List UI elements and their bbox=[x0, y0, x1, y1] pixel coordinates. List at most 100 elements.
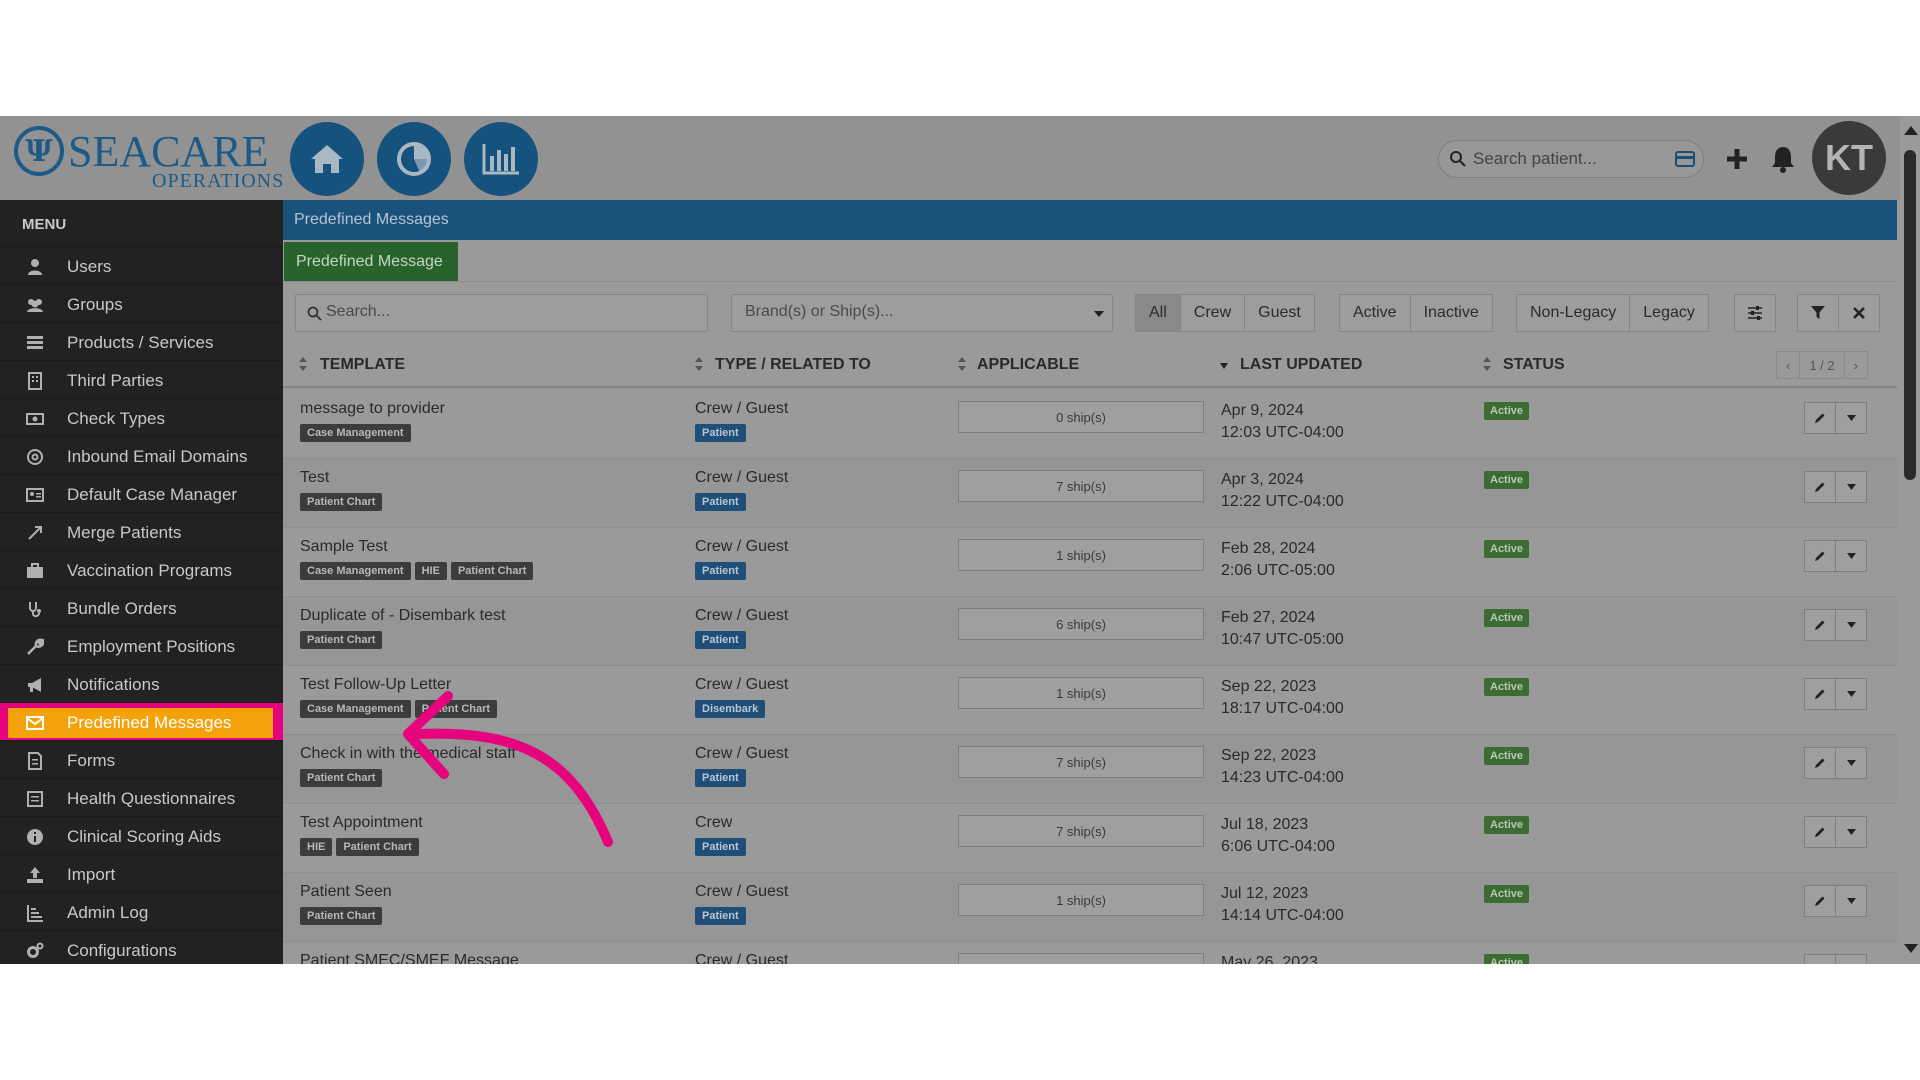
sidebar-item-health-questionnaires[interactable]: Health Questionnaires bbox=[0, 778, 283, 816]
template-name[interactable]: message to provider bbox=[300, 400, 445, 418]
applicable-ships-button[interactable]: 7 ship(s) bbox=[958, 746, 1204, 778]
filter-non-legacy-button[interactable]: Non-Legacy bbox=[1516, 294, 1631, 332]
edit-button[interactable] bbox=[1804, 402, 1836, 434]
next-page-button[interactable]: › bbox=[1843, 351, 1868, 379]
column-settings-button[interactable] bbox=[1734, 294, 1776, 332]
row-menu-button[interactable] bbox=[1835, 540, 1867, 572]
applicable-ships-button[interactable]: 7 ship(s) bbox=[958, 815, 1204, 847]
applicable-ships-button[interactable]: 7 ship(s) bbox=[958, 953, 1204, 964]
table-row[interactable]: Test Patient Chart Crew / Guest Patient 7 sh… bbox=[283, 459, 1897, 528]
template-search[interactable] bbox=[295, 294, 708, 332]
sort-icon[interactable] bbox=[1483, 357, 1491, 371]
template-name[interactable]: Sample Test bbox=[300, 538, 388, 556]
template-name[interactable]: Test Follow-Up Letter bbox=[300, 676, 451, 694]
reports-button[interactable] bbox=[464, 122, 538, 196]
applicable-ships-button[interactable]: 7 ship(s) bbox=[958, 470, 1204, 502]
edit-button[interactable] bbox=[1804, 954, 1836, 964]
sidebar-item-inbound-email-domains[interactable]: Inbound Email Domains bbox=[0, 436, 283, 474]
card-scan-icon[interactable] bbox=[1675, 151, 1695, 167]
col-applicable[interactable]: APPLICABLE bbox=[977, 356, 1079, 374]
brand-ship-select[interactable] bbox=[731, 294, 1113, 332]
filter-button[interactable] bbox=[1797, 294, 1839, 332]
sidebar-item-forms[interactable]: Forms bbox=[0, 740, 283, 778]
edit-button[interactable] bbox=[1804, 678, 1836, 710]
sort-desc-icon[interactable] bbox=[1220, 357, 1228, 371]
filter-active-button[interactable]: Active bbox=[1339, 294, 1411, 332]
edit-button[interactable] bbox=[1804, 816, 1836, 848]
filter-all-button[interactable]: All bbox=[1135, 294, 1181, 332]
applicable-ships-button[interactable]: 1 ship(s) bbox=[958, 884, 1204, 916]
sidebar-item-groups[interactable]: Groups bbox=[0, 284, 283, 322]
sidebar-item-third-parties[interactable]: Third Parties bbox=[0, 360, 283, 398]
brand-ship-input[interactable] bbox=[745, 303, 1045, 321]
filter-legacy-button[interactable]: Legacy bbox=[1629, 294, 1709, 332]
dashboard-button[interactable] bbox=[377, 122, 451, 196]
tab-predefined-message[interactable]: Predefined Message bbox=[284, 242, 458, 282]
table-row[interactable]: Patient Seen Patient Chart Crew / Guest Pat… bbox=[283, 873, 1897, 942]
patient-search[interactable] bbox=[1438, 140, 1704, 178]
applicable-ships-button[interactable]: 0 ship(s) bbox=[958, 401, 1204, 433]
sidebar-item-notifications[interactable]: Notifications bbox=[0, 664, 283, 702]
sidebar-item-default-case-manager[interactable]: Default Case Manager bbox=[0, 474, 283, 512]
edit-button[interactable] bbox=[1804, 747, 1836, 779]
table-row[interactable]: Duplicate of - Disembark test Patient Cha… bbox=[283, 597, 1897, 666]
template-search-input[interactable] bbox=[326, 303, 476, 321]
sidebar-item-predefined-messages[interactable]: Predefined Messages bbox=[0, 702, 283, 740]
sidebar-item-configurations[interactable]: Configurations bbox=[0, 930, 283, 964]
page-scrollbar[interactable] bbox=[1900, 116, 1920, 964]
template-name[interactable]: Check in with the medical staff bbox=[300, 745, 516, 763]
sidebar-item-products-services[interactable]: Products / Services bbox=[0, 322, 283, 360]
sort-icon[interactable] bbox=[958, 357, 966, 371]
sidebar-item-import[interactable]: Import bbox=[0, 854, 283, 892]
filter-crew-button[interactable]: Crew bbox=[1179, 294, 1246, 332]
sidebar-item-admin-log[interactable]: Admin Log bbox=[0, 892, 283, 930]
applicable-ships-button[interactable]: 1 ship(s) bbox=[958, 539, 1204, 571]
sidebar-item-employment-positions[interactable]: Employment Positions bbox=[0, 626, 283, 664]
scroll-down-icon[interactable] bbox=[1904, 944, 1918, 953]
home-button[interactable] bbox=[290, 122, 364, 196]
scroll-up-icon[interactable] bbox=[1904, 126, 1918, 135]
seacare-logo[interactable]: SEACARE OPERATIONS bbox=[14, 124, 283, 192]
template-name[interactable]: Test bbox=[300, 469, 329, 487]
row-menu-button[interactable] bbox=[1835, 954, 1867, 964]
template-name[interactable]: Patient Seen bbox=[300, 883, 392, 901]
scroll-thumb[interactable] bbox=[1904, 150, 1916, 480]
row-menu-button[interactable] bbox=[1835, 609, 1867, 641]
table-row[interactable]: Patient SMEC/SMEF Message Crew / Guest 7 s… bbox=[283, 942, 1897, 964]
col-status[interactable]: STATUS bbox=[1503, 356, 1565, 374]
col-type[interactable]: TYPE / RELATED TO bbox=[715, 356, 871, 374]
table-row[interactable]: Test Appointment HIE Patient Chart Crew Pati… bbox=[283, 804, 1897, 873]
sort-icon[interactable] bbox=[299, 357, 307, 371]
notifications-button[interactable] bbox=[1768, 144, 1798, 174]
applicable-ships-button[interactable]: 6 ship(s) bbox=[958, 608, 1204, 640]
table-row[interactable]: message to provider Case Management Crew /… bbox=[283, 390, 1897, 459]
sidebar-item-bundle-orders[interactable]: Bundle Orders bbox=[0, 588, 283, 626]
filter-inactive-button[interactable]: Inactive bbox=[1409, 294, 1493, 332]
edit-button[interactable] bbox=[1804, 885, 1836, 917]
table-row[interactable]: Check in with the medical staff Patient C… bbox=[283, 735, 1897, 804]
sidebar-item-users[interactable]: Users bbox=[0, 246, 283, 284]
row-menu-button[interactable] bbox=[1835, 471, 1867, 503]
template-name[interactable]: Test Appointment bbox=[300, 814, 423, 832]
row-menu-button[interactable] bbox=[1835, 816, 1867, 848]
col-last-updated[interactable]: LAST UPDATED bbox=[1240, 356, 1362, 374]
prev-page-button[interactable]: ‹ bbox=[1776, 351, 1801, 379]
sidebar-item-clinical-scoring-aids[interactable]: Clinical Scoring Aids bbox=[0, 816, 283, 854]
sort-icon[interactable] bbox=[695, 357, 703, 371]
row-menu-button[interactable] bbox=[1835, 885, 1867, 917]
row-menu-button[interactable] bbox=[1835, 747, 1867, 779]
user-avatar[interactable]: KT bbox=[1812, 121, 1886, 195]
col-template[interactable]: TEMPLATE bbox=[320, 356, 405, 374]
sidebar-item-merge-patients[interactable]: Merge Patients bbox=[0, 512, 283, 550]
filter-guest-button[interactable]: Guest bbox=[1244, 294, 1315, 332]
sidebar-item-vaccination-programs[interactable]: Vaccination Programs bbox=[0, 550, 283, 588]
edit-button[interactable] bbox=[1804, 609, 1836, 641]
table-row[interactable]: Sample Test Case Management HIE Patient Cha… bbox=[283, 528, 1897, 597]
patient-search-input[interactable] bbox=[1473, 147, 1663, 171]
template-name[interactable]: Duplicate of - Disembark test bbox=[300, 607, 505, 625]
table-row[interactable]: Test Follow-Up Letter Case Management Pati… bbox=[283, 666, 1897, 735]
row-menu-button[interactable] bbox=[1835, 678, 1867, 710]
edit-button[interactable] bbox=[1804, 471, 1836, 503]
clear-filters-button[interactable] bbox=[1838, 294, 1880, 332]
add-button[interactable] bbox=[1722, 144, 1752, 174]
